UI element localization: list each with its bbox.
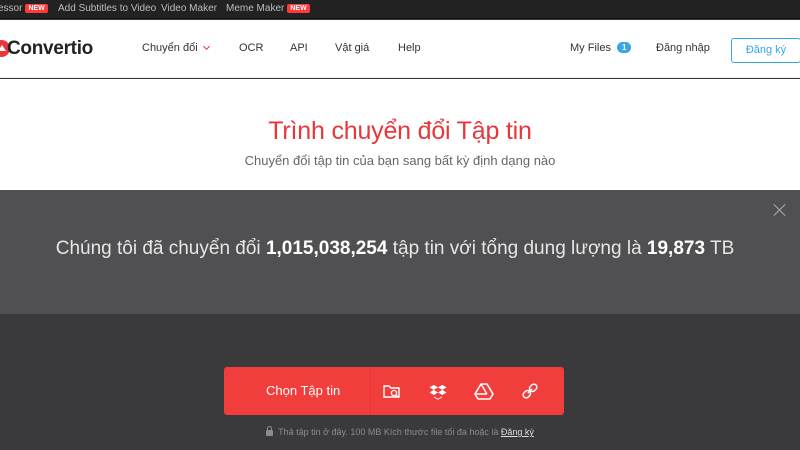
- hero-section: Trình chuyển đổi Tập tin Chuyển đổi tập …: [0, 79, 800, 190]
- top-strip: essor NEW Add Subtitles to Video Video Ma…: [0, 0, 800, 19]
- nav-convert[interactable]: Chuyển đổi: [142, 42, 210, 54]
- login-link[interactable]: Đăng nhập: [656, 42, 710, 54]
- upload-hint: Thả tập tin ở đây. 100 MB Kích thước fil…: [0, 426, 800, 437]
- logo-text: Convertio: [7, 38, 93, 59]
- stats-banner: Chúng tôi đã chuyển đổi 1,015,038,254 tậ…: [0, 190, 800, 314]
- lock-icon: [266, 426, 274, 436]
- total-size-value: 19,873: [646, 238, 706, 259]
- stats-text: Chúng tôi đã chuyển đổi 1,015,038,254 tậ…: [55, 238, 735, 259]
- new-badge: NEW: [25, 4, 48, 13]
- top-link-subtitles[interactable]: Add Subtitles to Video: [58, 3, 156, 14]
- dropbox-icon[interactable]: [428, 381, 448, 401]
- upload-divider: [370, 367, 371, 415]
- upload-bar[interactable]: Chọn Tập tin: [224, 367, 564, 415]
- main-header: Convertio Chuyển đổi OCR API Vật giá Hel…: [0, 20, 800, 78]
- link-icon[interactable]: [520, 381, 540, 401]
- signup-link[interactable]: Đăng ký: [501, 427, 534, 437]
- new-badge: NEW: [287, 4, 310, 13]
- page-subtitle: Chuyển đổi tập tin của bạn sang bất kỳ đ…: [244, 153, 556, 168]
- my-files-count-badge: 1: [616, 42, 632, 53]
- folder-search-icon[interactable]: [382, 381, 402, 401]
- nav-api[interactable]: API: [290, 42, 308, 54]
- nav-help[interactable]: Help: [398, 42, 421, 54]
- close-icon[interactable]: [773, 203, 787, 217]
- chevron-down-icon: [202, 42, 210, 51]
- nav-pricing[interactable]: Vật giá: [335, 42, 369, 54]
- top-link-compressor[interactable]: essor NEW: [0, 3, 48, 14]
- top-link-meme-maker[interactable]: Meme Maker NEW: [226, 3, 310, 14]
- google-drive-icon[interactable]: [474, 381, 494, 401]
- signup-button[interactable]: Đăng ký: [731, 38, 800, 63]
- page-title: Trình chuyển đổi Tập tin: [268, 117, 532, 145]
- choose-files-button[interactable]: Chọn Tập tin: [266, 383, 340, 398]
- nav-ocr[interactable]: OCR: [239, 42, 263, 54]
- my-files-link[interactable]: My Files 1: [570, 42, 632, 54]
- files-converted-count: 1,015,038,254: [265, 238, 388, 259]
- top-link-video-maker[interactable]: Video Maker: [161, 3, 217, 14]
